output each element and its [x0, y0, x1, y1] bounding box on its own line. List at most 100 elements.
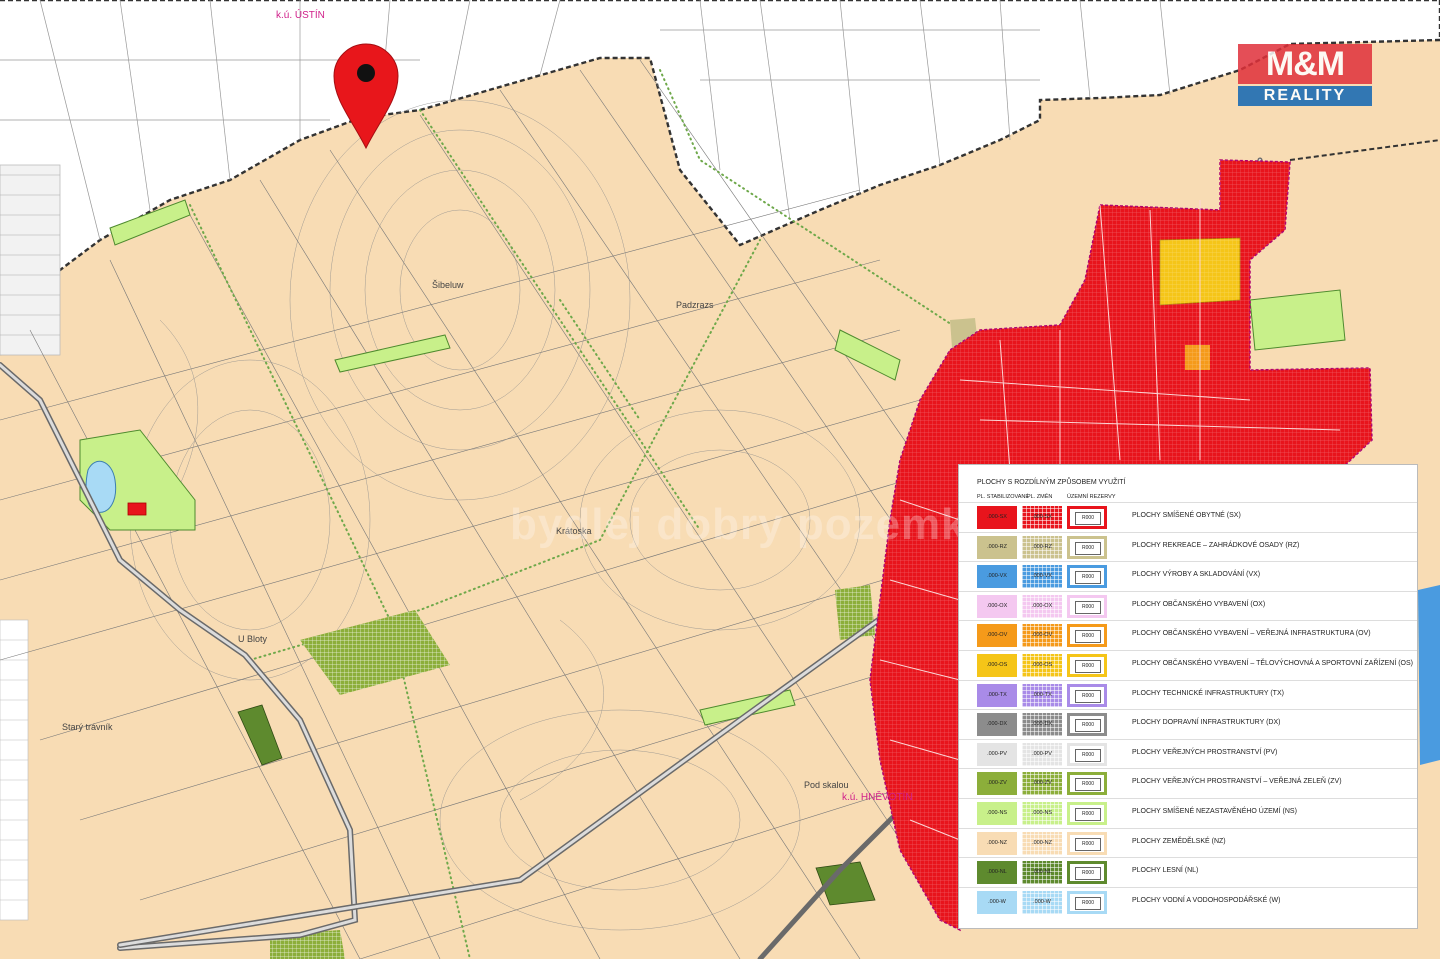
- legend-swatch-change: .000-ZV: [1022, 772, 1062, 796]
- map-legend: PLOCHY S ROZDÍLNÝM ZPŮSOBEM VYUŽITÍ PL. …: [958, 464, 1418, 929]
- legend-label: PLOCHY DOPRAVNÍ INFRASTRUKTURY (DX): [1132, 719, 1281, 727]
- legend-reserve-code: R000: [1075, 748, 1101, 762]
- legend-swatch-reserve: R000: [1067, 772, 1107, 796]
- legend-row: .000-PV .000-PV R000 PLOCHY VEŘEJNÝCH PROST…: [959, 738, 1417, 770]
- legend-reserve-code: R000: [1075, 600, 1101, 614]
- legend-swatch-stabilized: .000-NZ: [977, 831, 1017, 855]
- legend-row: .000-NS .000-NS R000 PLOCHY SMÍŠENÉ NEZASTA…: [959, 798, 1417, 829]
- place-name: Padzrazs: [676, 300, 714, 310]
- legend-label: PLOCHY VEŘEJNÝCH PROSTRANSTVÍ – VEŘEJNÁ …: [1132, 778, 1342, 786]
- legend-swatch-stabilized: .000-PV: [977, 742, 1017, 766]
- legend-swatch-change: .000-NS: [1022, 802, 1062, 825]
- legend-swatch-stabilized: .000-DX: [977, 713, 1017, 737]
- legend-swatch-change: .000-NZ: [1022, 831, 1062, 855]
- legend-label: PLOCHY LESNÍ (NL): [1132, 867, 1199, 875]
- legend-swatch-stabilized: .000-OX: [977, 594, 1017, 618]
- brand-logo-mark: M&M: [1238, 44, 1372, 84]
- legend-swatch-change: .000-PV: [1022, 742, 1062, 766]
- legend-reserve-code: R000: [1075, 512, 1101, 525]
- legend-row: .000-OX .000-OX R000 PLOCHY OBČANSKÉHO VYBA…: [959, 590, 1417, 622]
- legend-label: PLOCHY SMÍŠENÉ NEZASTAVĚNÉHO ÚZEMÍ (NS): [1132, 808, 1297, 815]
- legend-swatch-change: .000-W: [1022, 890, 1062, 914]
- cadastral-label-south: k.ú. HNĚVOTÍN: [842, 792, 913, 803]
- legend-row: .000-RZ .000-RZ R000 PLOCHY REKREACE – ZAHR…: [959, 531, 1417, 563]
- location-marker[interactable]: [333, 43, 399, 150]
- legend-swatch-stabilized: .000-RZ: [977, 535, 1017, 559]
- legend-swatch-stabilized: .000-W: [977, 890, 1017, 914]
- legend-reserve-code: R000: [1075, 541, 1101, 555]
- legend-swatch-stabilized: .000-ZV: [977, 772, 1017, 796]
- legend-swatch-change: .000-DX: [1022, 713, 1062, 737]
- legend-swatch-stabilized: .000-SX: [977, 506, 1017, 529]
- legend-swatch-reserve: R000: [1067, 861, 1107, 885]
- map-pin-icon[interactable]: [333, 43, 399, 150]
- legend-row: .000-OS .000-OS R000 PLOCHY OBČANSKÉHO VYBA…: [959, 650, 1417, 681]
- legend-label: PLOCHY SMÍŠENÉ OBYTNÉ (SX): [1132, 512, 1241, 519]
- legend-row: .000-DX .000-DX R000 PLOCHY DOPRAVNÍ INFRAS…: [959, 709, 1417, 740]
- legend-label: PLOCHY OBČANSKÉHO VYBAVENÍ (OX): [1132, 600, 1266, 608]
- legend-label: PLOCHY TECHNICKÉ INFRASTRUKTURY (TX): [1132, 689, 1284, 697]
- legend-title: PLOCHY S ROZDÍLNÝM ZPŮSOBEM VYUŽITÍ: [977, 479, 1126, 486]
- place-name: Pod skalou: [804, 780, 849, 790]
- place-name: Starý trávník: [62, 722, 113, 732]
- legend-row: .000-NL .000-NL R000 PLOCHY LESNÍ (NL): [959, 857, 1417, 888]
- legend-swatch-reserve: R000: [1067, 683, 1107, 707]
- place-name: U Bloty: [238, 634, 268, 644]
- legend-header-stabilized: PL. STABILIZOVANÉ: [977, 494, 1030, 500]
- legend-label: PLOCHY OBČANSKÉHO VYBAVENÍ – VEŘEJNÁ INF…: [1132, 630, 1371, 638]
- forest-patches: [237, 704, 876, 906]
- legend-label: PLOCHY OBČANSKÉHO VYBAVENÍ – TĚLOVÝCHOVN…: [1132, 660, 1413, 667]
- legend-row: .000-SX .000-SX R000 PLOCHY SMÍŠENÉ OBYTNÉ …: [959, 502, 1417, 533]
- map-pin-center: [357, 64, 375, 82]
- legend-reserve-code: R000: [1075, 778, 1101, 792]
- legend-header-changes: PL. ZMĚN: [1027, 494, 1053, 500]
- brand-logo: M&M REALITY: [1238, 44, 1372, 108]
- legend-swatch-change: .000-OV: [1022, 624, 1062, 648]
- legend-swatch-reserve: R000: [1067, 654, 1107, 677]
- green-hatched-patches: [270, 318, 978, 959]
- legend-swatch-stabilized: .000-NL: [977, 861, 1017, 885]
- legend-swatch-reserve: R000: [1067, 624, 1107, 648]
- legend-reserve-code: R000: [1075, 867, 1101, 881]
- legend-swatch-change: .000-OS: [1022, 654, 1062, 677]
- legend-swatch-change: .000-RZ: [1022, 535, 1062, 559]
- legend-label: PLOCHY ZEMĚDĚLSKÉ (NZ): [1132, 837, 1226, 845]
- legend-row: .000-VX .000-VX R000 PLOCHY VÝROBY A SKLADO…: [959, 561, 1417, 592]
- legend-label: PLOCHY VEŘEJNÝCH PROSTRANSTVÍ (PV): [1132, 748, 1278, 756]
- legend-swatch-reserve: R000: [1067, 713, 1107, 737]
- legend-swatch-stabilized: .000-OS: [977, 654, 1017, 677]
- legend-reserve-code: R000: [1075, 896, 1101, 910]
- legend-swatch-change: .000-OX: [1022, 594, 1062, 618]
- legend-row: .000-TX .000-TX R000 PLOCHY TECHNICKÉ INFRA…: [959, 679, 1417, 711]
- legend-swatch-reserve: R000: [1067, 565, 1107, 589]
- legend-reserve-code: R000: [1075, 660, 1101, 673]
- legend-label: PLOCHY REKREACE – ZAHRÁDKOVÉ OSADY (RZ): [1132, 541, 1300, 549]
- legend-swatch-reserve: R000: [1067, 506, 1107, 529]
- cadastral-label-north: k.ú. ÚSTÍN: [276, 10, 325, 21]
- legend-swatch-change: .000-SX: [1022, 506, 1062, 529]
- legend-reserve-code: R000: [1075, 689, 1101, 703]
- legend-header-reserves: ÚZEMNÍ REZERVY: [1067, 494, 1116, 500]
- legend-swatch-stabilized: .000-OV: [977, 624, 1017, 648]
- legend-swatch-reserve: R000: [1067, 831, 1107, 855]
- brand-logo-subtitle: REALITY: [1238, 86, 1372, 106]
- legend-swatch-reserve: R000: [1067, 890, 1107, 914]
- legend-swatch-stabilized: .000-TX: [977, 683, 1017, 707]
- legend-reserve-code: R000: [1075, 719, 1101, 733]
- legend-row: .000-ZV .000-ZV R000 PLOCHY VEŘEJNÝCH PROST…: [959, 768, 1417, 799]
- legend-swatch-change: .000-VX: [1022, 565, 1062, 589]
- legend-swatch-change: .000-TX: [1022, 683, 1062, 707]
- legend-label: PLOCHY VÝROBY A SKLADOVÁNÍ (VX): [1132, 571, 1261, 579]
- legend-row: .000-NZ .000-NZ R000 PLOCHY ZEMĚDĚLSKÉ (NZ): [959, 827, 1417, 859]
- legend-swatch-reserve: R000: [1067, 742, 1107, 766]
- legend-swatch-change: .000-NL: [1022, 861, 1062, 885]
- cadastral-boundary: [1289, 139, 1440, 161]
- legend-swatch-stabilized: .000-NS: [977, 802, 1017, 825]
- place-name: Šibeluw: [432, 280, 464, 290]
- legend-row: .000-W .000-W R000 PLOCHY VODNÍ A VODOHOSPO…: [959, 886, 1417, 918]
- legend-reserve-code: R000: [1075, 837, 1101, 851]
- legend-row: .000-OV .000-OV R000 PLOCHY OBČANSKÉHO VYBA…: [959, 620, 1417, 651]
- legend-swatch-reserve: R000: [1067, 802, 1107, 825]
- legend-swatch-reserve: R000: [1067, 535, 1107, 559]
- legend-reserve-code: R000: [1075, 808, 1101, 821]
